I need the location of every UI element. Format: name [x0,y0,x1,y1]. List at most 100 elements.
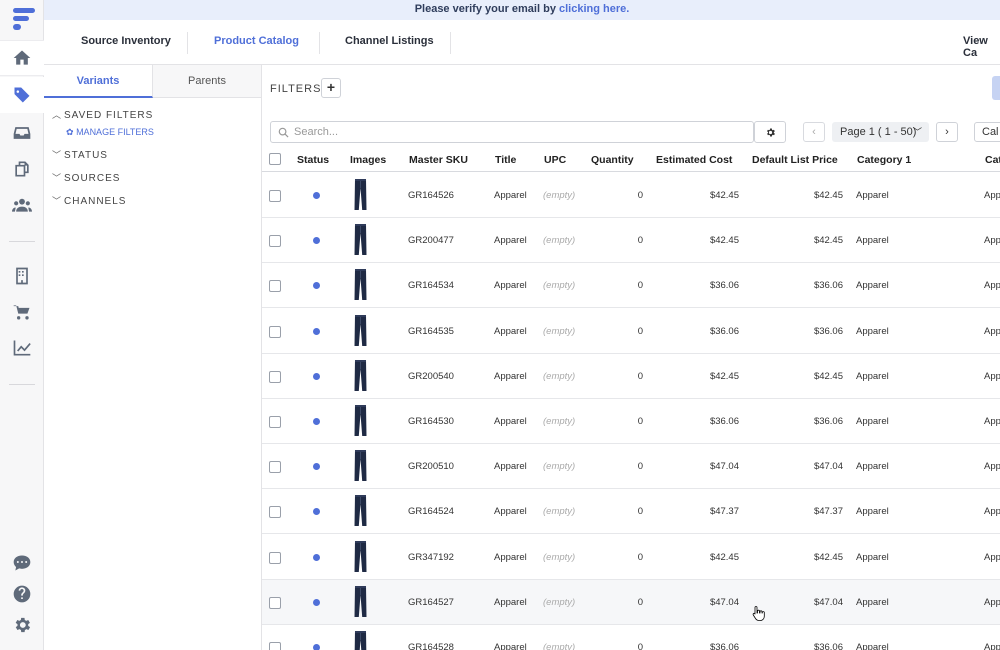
search-input[interactable]: Search... [270,121,754,143]
jeans-thumbnail[interactable] [354,585,367,618]
select-all-checkbox[interactable] [269,153,281,165]
cell-category-2: App [984,280,1000,292]
chart-icon[interactable] [10,336,34,360]
row-checkbox[interactable] [269,370,281,383]
table-row[interactable]: GR164530 Apparel (empty) 0 $36.06 $36.06 Appar… [262,399,1000,444]
cell-default-list-price: $36.06 [813,280,843,292]
row-checkbox[interactable] [269,190,281,202]
calendar-button[interactable]: Cal [974,122,1000,142]
jeans-thumbnail[interactable] [354,179,367,211]
row-checkbox[interactable] [269,596,281,609]
cart-icon[interactable] [10,300,34,324]
tab-product-catalog[interactable]: Product Catalog [214,35,299,47]
row-checkbox[interactable] [269,642,281,650]
cell-title: Apparel [494,551,527,563]
jeans-thumbnail[interactable] [354,224,367,256]
col-master-sku[interactable]: Master SKU [409,154,468,166]
cell-category-1: Apparel [856,506,889,518]
cell-quantity: 0 [637,190,643,201]
row-checkbox[interactable] [269,325,281,338]
jeans-thumbnail[interactable] [354,314,367,347]
row-checkbox[interactable] [269,235,281,248]
table-row[interactable]: GR200510 Apparel (empty) 0 $47.04 $47.04 Appar… [262,444,1000,490]
jeans-thumbnail[interactable] [354,495,367,527]
copy-icon[interactable] [10,157,34,181]
col-default-list-price[interactable]: Default List Price [752,154,838,166]
filter-group-channels[interactable]: ﹀ CHANNELS [52,194,126,207]
cell-title: Apparel [494,642,527,650]
banner-text: Please verify your email by [414,3,556,15]
jeans-thumbnail[interactable] [354,540,367,573]
col-status[interactable]: Status [297,154,329,166]
table-row[interactable]: GR164526 Apparel (empty) 0 $42.45 $42.45 Appar… [262,173,1000,218]
row-checkbox[interactable] [269,506,281,519]
home-icon[interactable] [0,40,44,76]
cell-category-2: App [984,416,1000,427]
table-row[interactable]: GR164528 Apparel (empty) 0 $36.06 $36.06 Appar… [262,625,1000,650]
sidebar-tabs: Variants Parents [44,65,261,98]
tab-parents[interactable]: Parents [153,65,261,98]
action-button[interactable] [992,76,1000,100]
manage-filters-link[interactable]: ✿ MANAGE FILTERS [66,127,154,138]
prev-page-button[interactable]: ‹ [803,122,825,142]
col-title[interactable]: Title [495,154,516,166]
inbox-icon[interactable] [10,121,34,145]
brand-logo[interactable] [10,6,36,32]
cell-title: Apparel [494,506,527,518]
verify-email-link[interactable]: clicking here. [559,3,629,15]
col-category-2[interactable]: Cat [985,154,1000,166]
jeans-thumbnail[interactable] [354,631,367,650]
page-select[interactable]: Page 1 ( 1 - 50) ﹀ [832,122,929,142]
filter-group-status[interactable]: ﹀ STATUS [52,148,108,161]
chevron-down-icon: ﹀ [912,127,922,137]
cell-category-2: App [984,506,1000,518]
cell-default-list-price: $36.06 [813,416,843,427]
tag-icon[interactable] [0,77,44,113]
table-row[interactable]: GR200477 Apparel (empty) 0 $42.45 $42.45 Appar… [262,218,1000,264]
add-filter-button[interactable]: + [321,78,341,98]
filter-sidebar: Variants Parents ︿ SAVED FILTERS ✿ MANAGE… [44,65,262,650]
jeans-thumbnail[interactable] [354,269,367,301]
table-row[interactable]: GR164535 Apparel (empty) 0 $36.06 $36.06 Appar… [262,309,1000,354]
col-upc[interactable]: UPC [544,154,566,166]
tab-source-inventory[interactable]: Source Inventory [81,35,171,47]
col-estimated-cost[interactable]: Estimated Cost [656,154,732,166]
settings-icon[interactable] [10,613,34,637]
users-icon[interactable] [10,193,34,217]
cell-master-sku: GR164534 [408,280,454,292]
table-row[interactable]: GR164527 Apparel (empty) 0 $47.04 $47.04 Appar… [262,579,1000,625]
table-row[interactable]: GR200540 Apparel (empty) 0 $42.45 $42.45 Appar… [262,354,1000,399]
tab-variants[interactable]: Variants [44,65,153,98]
col-images[interactable]: Images [350,154,386,166]
next-page-button[interactable]: › [936,122,958,142]
table-settings-button[interactable] [754,121,786,143]
manage-filters-label: MANAGE FILTERS [76,127,154,137]
table-row[interactable]: GR347192 Apparel (empty) 0 $42.45 $42.45 Appar… [262,535,1000,580]
cell-category-2: App [984,596,1000,608]
col-category-1[interactable]: Category 1 [857,154,911,166]
row-checkbox[interactable] [269,551,281,564]
jeans-thumbnail[interactable] [354,359,367,392]
cell-master-sku: GR164530 [408,416,454,427]
table-row[interactable]: GR164524 Apparel (empty) 0 $47.37 $47.37 Appar… [262,489,1000,535]
jeans-thumbnail[interactable] [354,450,367,482]
cell-category-1: Apparel [856,370,889,382]
cell-quantity: 0 [637,551,643,563]
cell-upc: (empty) [543,416,576,427]
building-icon[interactable] [10,264,34,288]
col-quantity[interactable]: Quantity [591,154,634,166]
tab-channel-listings[interactable]: Channel Listings [345,35,434,47]
filter-group-saved-filters[interactable]: ︿ SAVED FILTERS [52,108,153,121]
cell-category-1: Apparel [856,416,889,427]
help-icon[interactable] [10,582,34,606]
row-checkbox[interactable] [269,461,281,474]
jeans-thumbnail[interactable] [354,405,367,437]
table-row[interactable]: GR164534 Apparel (empty) 0 $36.06 $36.06 Appar… [262,263,1000,309]
cell-master-sku: GR164527 [408,596,454,608]
cell-estimated-cost: $42.45 [709,235,739,247]
view-catalog-link[interactable]: View Ca [963,35,1000,59]
chat-icon[interactable] [10,551,34,575]
filter-group-sources[interactable]: ﹀ SOURCES [52,171,120,184]
row-checkbox[interactable] [269,416,281,428]
row-checkbox[interactable] [269,280,281,293]
